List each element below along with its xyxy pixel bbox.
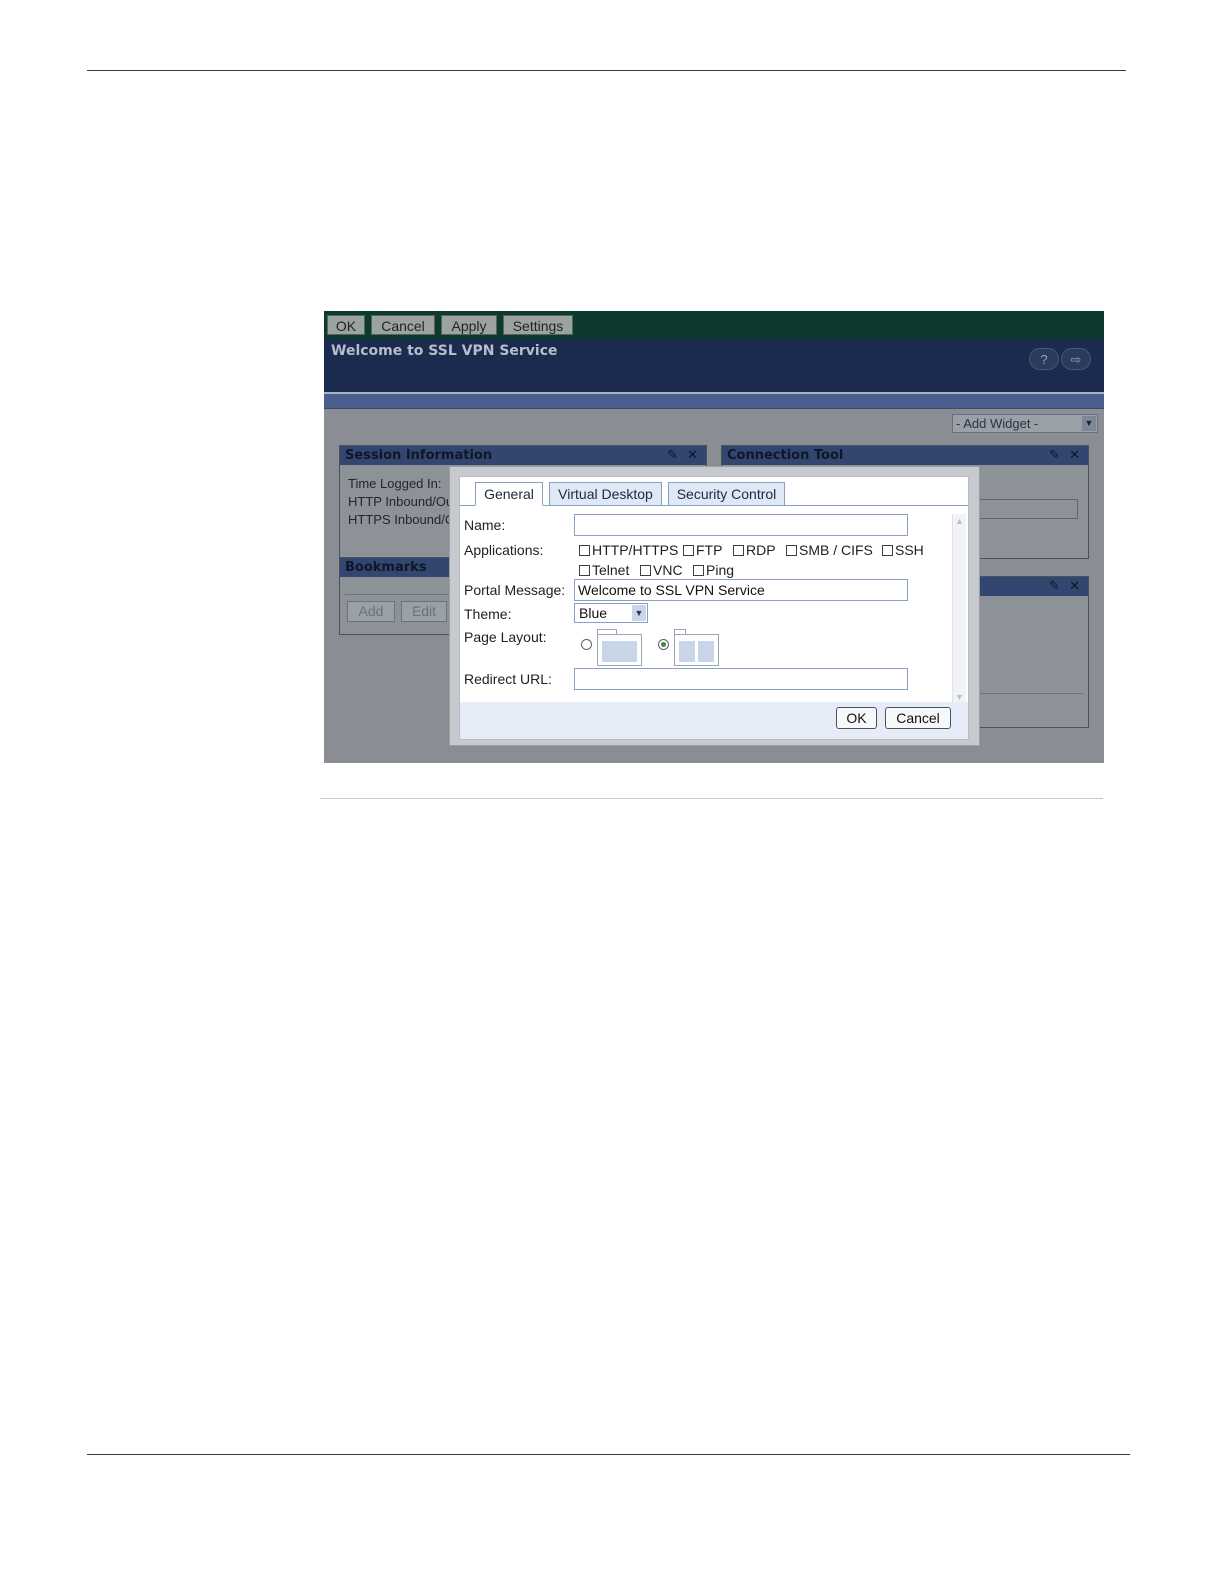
checkbox-label: SSH — [895, 542, 924, 558]
checkbox-box — [786, 544, 797, 556]
panel-title: Connection Tool — [727, 448, 844, 463]
portal-message-input[interactable]: Welcome to SSL VPN Service — [574, 579, 908, 601]
close-icon[interactable]: ✕ — [1069, 446, 1080, 465]
edit-icon[interactable]: ✎ — [1049, 446, 1060, 465]
checkbox-label: FTP — [696, 542, 723, 558]
logout-icon[interactable]: ⇨ — [1061, 348, 1091, 370]
checkbox-box — [640, 564, 651, 576]
chevron-down-icon: ▼ — [1082, 416, 1096, 431]
dialog-ok-button[interactable]: OK — [836, 707, 877, 729]
redirect-url-input[interactable] — [574, 668, 908, 690]
apply-button[interactable]: Apply — [441, 315, 497, 335]
tab-virtual-desktop[interactable]: Virtual Desktop — [549, 482, 662, 506]
name-label: Name: — [464, 517, 506, 533]
checkbox-label: Ping — [706, 562, 735, 578]
tab-security-control[interactable]: Security Control — [668, 482, 785, 506]
checkbox-telnet[interactable]: Telnet — [579, 562, 629, 578]
dialog-cancel-button[interactable]: Cancel — [885, 707, 951, 729]
layout-two-column-thumb[interactable] — [674, 634, 719, 666]
dialog-scrollbar[interactable]: ▲ ▼ — [952, 514, 966, 704]
checkbox-label: HTTP/HTTPS — [592, 542, 679, 558]
dialog-footer: OK Cancel — [460, 702, 968, 739]
portal-banner: Welcome to SSL VPN Service ? ⇨ — [324, 339, 1104, 392]
name-input[interactable] — [574, 514, 908, 536]
checkbox-box — [693, 564, 704, 576]
connection-input[interactable] — [978, 499, 1078, 519]
checkbox-label: RDP — [746, 542, 776, 558]
tab-general[interactable]: General — [475, 482, 543, 506]
checkbox-label: Telnet — [592, 562, 630, 578]
checkbox-box — [683, 544, 694, 556]
theme-value: Blue — [579, 605, 608, 621]
page-footer-rule — [87, 1454, 1130, 1455]
add-bookmark-button[interactable]: Add — [347, 601, 395, 622]
close-icon[interactable]: ✕ — [687, 446, 698, 465]
checkbox-ping[interactable]: Ping — [693, 562, 734, 578]
session-line: HTTPS Inbound/C — [348, 512, 455, 527]
layout-column — [679, 641, 695, 662]
help-icon[interactable]: ? — [1029, 348, 1059, 370]
checkbox-vnc[interactable]: VNC — [640, 562, 683, 578]
settings-button[interactable]: Settings — [503, 315, 573, 335]
add-widget-value: - Add Widget - — [956, 416, 1039, 431]
nav-strip-border — [324, 408, 1104, 409]
edit-bookmark-button[interactable]: Edit — [401, 601, 447, 622]
panel-header: Session Information ✎ ✕ — [340, 446, 706, 465]
top-toolbar: OK Cancel Apply Settings — [324, 311, 1104, 339]
checkbox-ssh[interactable]: SSH — [882, 542, 924, 558]
figure-bottom-rule — [320, 798, 1103, 799]
add-widget-select[interactable]: - Add Widget - ▼ — [952, 414, 1098, 433]
session-line: HTTP Inbound/Ou — [348, 494, 454, 509]
portal-title: Welcome to SSL VPN Service — [331, 343, 558, 359]
chevron-down-icon: ▼ — [632, 605, 646, 621]
session-line: Time Logged In: — [348, 476, 442, 491]
page-layout-label: Page Layout: — [464, 629, 547, 645]
layout-column — [698, 641, 714, 662]
checkbox-label: SMB / CIFS — [799, 542, 873, 558]
layout-one-column-radio[interactable] — [581, 639, 592, 650]
layout-one-column-thumb[interactable] — [597, 634, 642, 666]
checkbox-box — [882, 544, 893, 556]
checkbox-ftp[interactable]: FTP — [683, 542, 722, 558]
theme-select[interactable]: Blue ▼ — [574, 603, 648, 623]
checkbox-rdp[interactable]: RDP — [733, 542, 776, 558]
checkbox-smb-cifs[interactable]: SMB / CIFS — [786, 542, 873, 558]
checkbox-http-https[interactable]: HTTP/HTTPS — [579, 542, 678, 558]
checkbox-label: VNC — [653, 562, 683, 578]
edit-icon[interactable]: ✎ — [667, 446, 678, 465]
checkbox-box — [579, 564, 590, 576]
redirect-url-label: Redirect URL: — [464, 671, 552, 687]
nav-strip — [324, 394, 1104, 408]
ssl-vpn-portal-screenshot: OK Cancel Apply Settings Welcome to SSL … — [324, 311, 1104, 763]
panel-title: Bookmarks — [345, 560, 427, 575]
portal-message-label: Portal Message: — [464, 582, 566, 598]
ok-button[interactable]: OK — [327, 315, 365, 335]
layout-column — [602, 641, 637, 662]
layout-two-column-radio[interactable] — [658, 639, 669, 650]
panel-header: Connection Tool ✎ ✕ — [722, 446, 1088, 465]
theme-label: Theme: — [464, 606, 512, 622]
cancel-button[interactable]: Cancel — [371, 315, 435, 335]
edit-icon[interactable]: ✎ — [1049, 577, 1060, 596]
page-header-rule — [87, 70, 1126, 71]
scroll-up-icon[interactable]: ▲ — [953, 514, 966, 528]
portal-settings-dialog: General Virtual Desktop Security Control… — [459, 476, 969, 740]
applications-label: Applications: — [464, 542, 544, 558]
close-icon[interactable]: ✕ — [1069, 577, 1080, 596]
checkbox-box — [733, 544, 744, 556]
checkbox-box — [579, 544, 590, 556]
panel-title: Session Information — [345, 448, 493, 463]
